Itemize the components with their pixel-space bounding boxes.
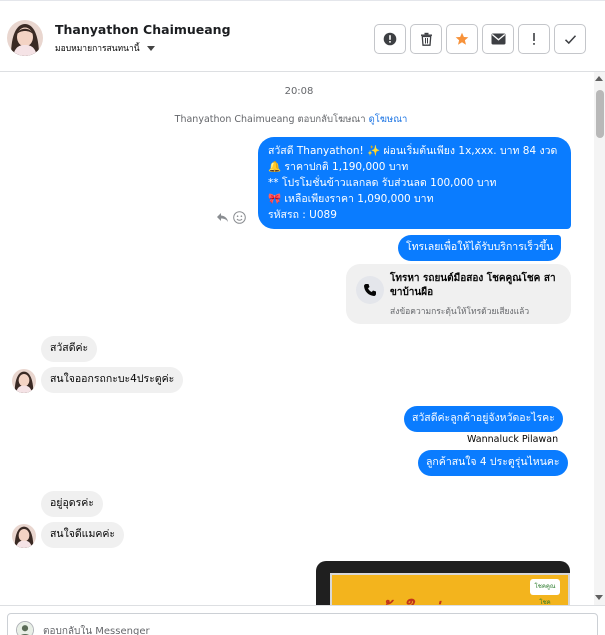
contact-avatar[interactable]	[7, 20, 43, 56]
caret-down-icon	[146, 45, 155, 51]
header-actions	[374, 24, 586, 54]
image-attachment[interactable]: รถเข้าใหม่ โชคคูณโชค	[316, 561, 570, 605]
spam-button[interactable]	[518, 24, 550, 54]
call-card[interactable]: โทรหา รถยนต์มือสอง โชคคูณโชค สาขาบ้านผือ…	[346, 264, 571, 324]
image-logo: โชคคูณโชค	[530, 579, 560, 605]
conversation-header: Thanyathon Chaimueang มอบหมายการสนทนานี้	[0, 0, 605, 72]
reply-icon[interactable]	[216, 212, 229, 227]
promo-line: รหัสรถ : U089	[268, 209, 337, 221]
exclamation-icon	[533, 33, 535, 45]
incoming-message: สวัสดีค่ะ	[41, 336, 98, 362]
reply-input[interactable]: ตอบกลับใน Messenger	[7, 613, 598, 635]
composer: ตอบกลับใน Messenger	[0, 605, 605, 635]
star-icon	[455, 32, 469, 45]
outgoing-message: สวัสดีค่ะลูกค้าอยู่จังหวัดอะไรคะ	[404, 406, 563, 432]
alert-button[interactable]	[374, 24, 406, 54]
incoming-message: สนใจดีแมคค่ะ	[41, 522, 125, 548]
call-card-subtitle: ส่งข้อความกระตุ้นให้โทรด้วยเสียงแล้ว	[390, 307, 530, 317]
timestamp: 20:08	[284, 86, 314, 97]
done-button[interactable]	[554, 24, 586, 54]
promo-line: 🔔 ราคาปกติ 1,190,000 บาท	[268, 161, 409, 173]
attachment-image: รถเข้าใหม่ โชคคูณโชค	[330, 573, 570, 605]
assign-label: มอบหมายการสนทนานี้	[55, 44, 140, 54]
call-card-title: โทรหา รถยนต์มือสอง โชคคูณโชค สาขาบ้านผือ	[390, 273, 556, 298]
promo-line: สวัสดี Thanyathon! ✨ ผ่อนเริ่มต้นเพียง 1…	[268, 145, 558, 157]
promo-line: ** โปรโมชั่นข้าวแลกลด รับส่วนลด 100,000 …	[268, 177, 497, 189]
phone-icon	[356, 276, 384, 304]
envelope-icon	[491, 33, 505, 45]
reply-placeholder: ตอบกลับใน Messenger	[43, 626, 150, 635]
trash-icon	[420, 32, 432, 46]
outgoing-message: ลูกค้าสนใจ 4 ประตูรุ่นไหนคะ	[418, 450, 568, 476]
image-caption: รถเข้าใหม่	[346, 595, 440, 605]
promo-line: 🎀 เหลือเพียงราคา 1,090,000 บาท	[268, 193, 434, 205]
scroll-up-arrow-icon[interactable]	[595, 76, 603, 81]
ad-reply-notice: Thanyathon Chaimueang ตอบกลับโฆษณา ดูโฆษ…	[0, 112, 582, 127]
contact-avatar-small	[12, 369, 36, 393]
message-actions	[216, 211, 246, 228]
incoming-message: สนใจออกรถกะบะ4ประตูค่ะ	[41, 367, 184, 393]
agent-name-label: Wannaluck Pilawan	[467, 434, 559, 445]
ad-reply-text: Thanyathon Chaimueang ตอบกลับโฆษณา	[174, 114, 366, 125]
call-now-message: โทรเลยเพื่อให้ได้รับบริการเร็วขึ้น	[398, 235, 562, 261]
scroll-down-arrow-icon[interactable]	[595, 595, 603, 600]
delete-button[interactable]	[410, 24, 442, 54]
alert-circle-icon	[383, 32, 397, 46]
contact-name: Thanyathon Chaimueang	[55, 22, 231, 37]
view-ad-link[interactable]: ดูโฆษณา	[369, 114, 408, 125]
check-icon	[564, 34, 576, 44]
incoming-message: อยู่อุดรค่ะ	[41, 491, 103, 517]
assign-conversation-dropdown[interactable]: มอบหมายการสนทนานี้	[55, 41, 155, 55]
emoji-reaction-icon[interactable]	[233, 211, 246, 228]
message-thread[interactable]: 20:08 Thanyathon Chaimueang ตอบกลับโฆษณา…	[0, 72, 605, 605]
mark-unread-button[interactable]	[482, 24, 514, 54]
contact-avatar-small	[12, 524, 36, 548]
scrollbar-thumb[interactable]	[596, 90, 604, 138]
scrollbar[interactable]	[594, 72, 605, 605]
user-avatar-icon	[16, 621, 34, 635]
star-button[interactable]	[446, 24, 478, 54]
promo-message: สวัสดี Thanyathon! ✨ ผ่อนเริ่มต้นเพียง 1…	[258, 137, 571, 229]
